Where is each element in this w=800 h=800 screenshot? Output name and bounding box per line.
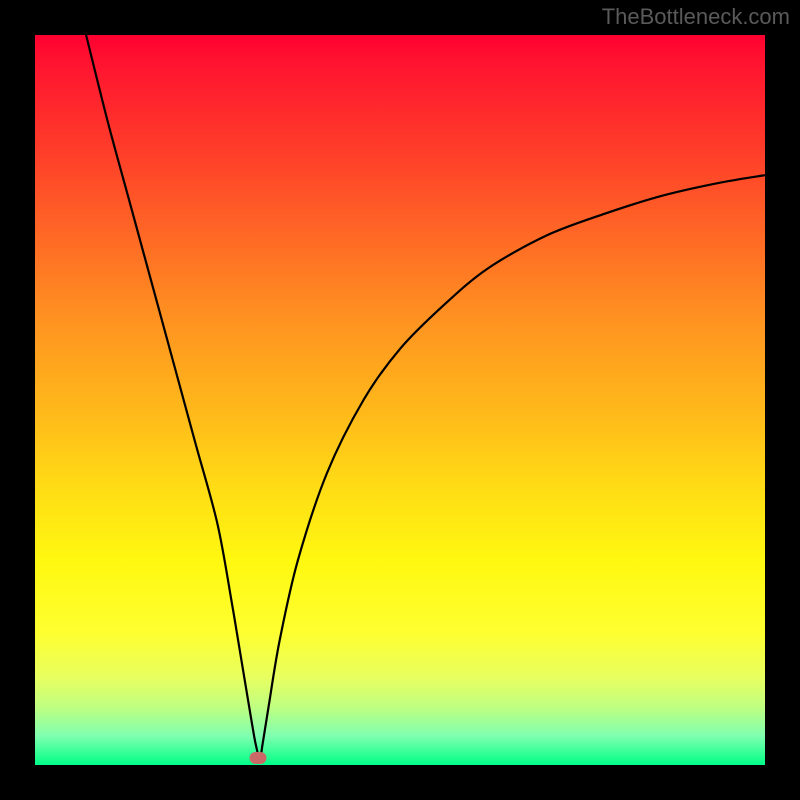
- chart-plot-area: [35, 35, 765, 765]
- watermark-text: TheBottleneck.com: [602, 4, 790, 30]
- bottleneck-marker: [249, 752, 266, 764]
- chart-svg: [35, 35, 765, 765]
- bottleneck-curve-path: [86, 35, 765, 758]
